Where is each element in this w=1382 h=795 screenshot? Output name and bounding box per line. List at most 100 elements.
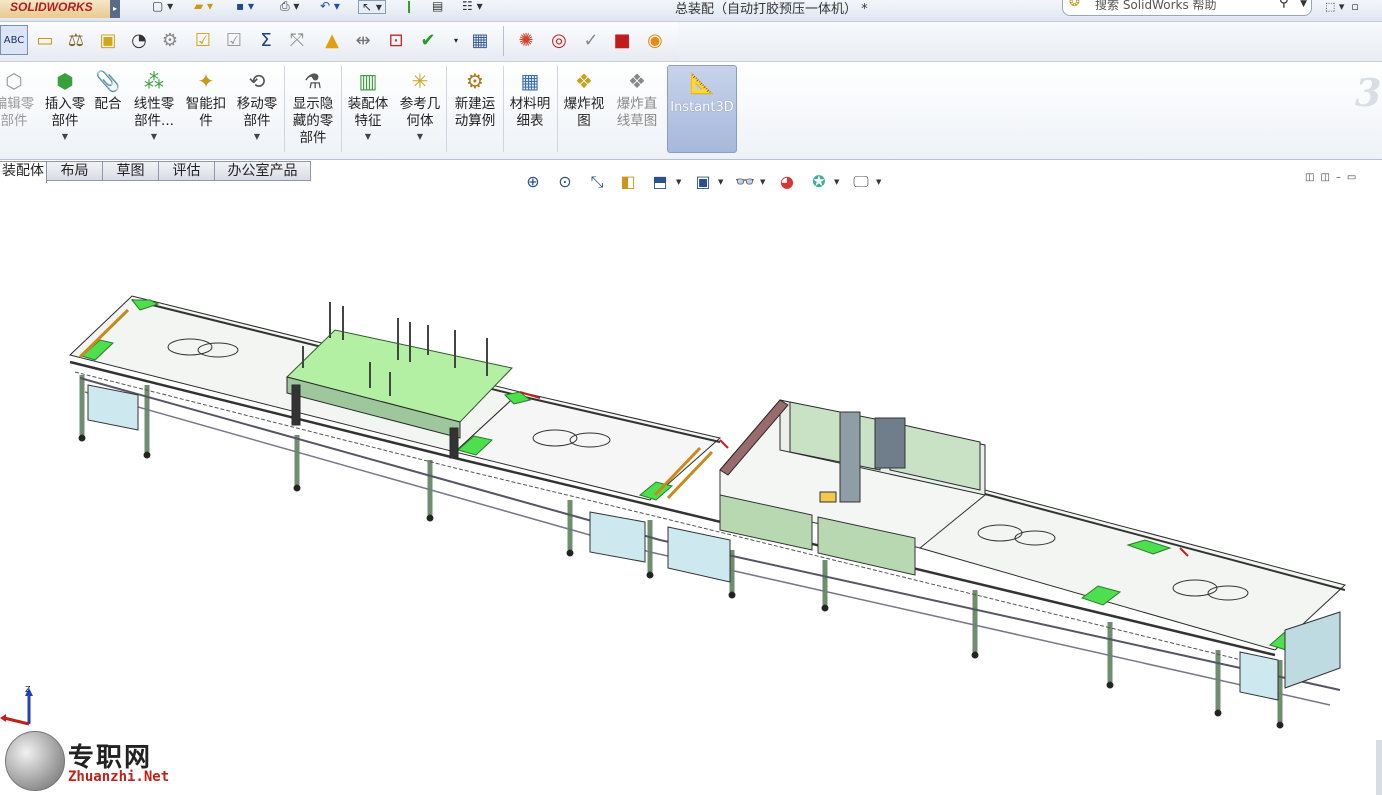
chevron-down-icon[interactable]: ▼	[343, 132, 393, 142]
new-document-icon[interactable]: ▢ ▾	[152, 0, 173, 14]
chevron-down-icon[interactable]: ▼	[760, 178, 765, 186]
chevron-down-icon[interactable]: ▼	[232, 132, 282, 142]
file-properties-icon[interactable]: ▤	[432, 0, 443, 14]
assembly-features-icon: ▥	[358, 69, 378, 93]
edit-component-button[interactable]: ⬡ 编辑零 部件	[0, 66, 36, 154]
chevron-down-icon[interactable]: ▼	[834, 178, 839, 186]
toolbar-background	[678, 22, 1382, 62]
chevron-down-icon[interactable]: ▼	[40, 132, 90, 142]
command-manager-tabs: 装配体 布局 草图 评估 办公室产品	[0, 161, 311, 183]
explode-line-sketch-label: 爆炸直 线草图	[616, 96, 658, 129]
measure-icon[interactable]: ▭	[31, 25, 59, 55]
ribbon-divider	[284, 66, 285, 152]
exploded-view-icon: ❖	[575, 69, 593, 93]
chevron-down-icon[interactable]: ▼	[718, 178, 723, 186]
chevron-down-icon[interactable]: ▼	[395, 132, 445, 142]
show-hidden-components-button[interactable]: ⚗ 显示隐 藏的零 部件	[287, 66, 339, 154]
interference-icon[interactable]: ⤧	[283, 25, 311, 55]
explode-line-sketch-icon: ❖	[628, 69, 646, 93]
bill-of-materials-button[interactable]: ▦ 材料明 细表	[505, 66, 555, 154]
smart-fasteners-button[interactable]: ✦ 智能扣 件	[182, 66, 230, 154]
undo-icon[interactable]: ↶ ▾	[320, 0, 340, 14]
clearance-icon[interactable]: ⇹	[349, 25, 377, 55]
edit-component-label: 编辑零 部件	[0, 96, 35, 129]
bill-check-icon[interactable]: ▦	[466, 25, 494, 55]
reference-geometry-label: 参考几 何体	[399, 96, 441, 129]
assembly-check-icon[interactable]: ✔	[414, 25, 442, 55]
check-box-icon[interactable]: ☑	[189, 25, 217, 55]
insert-component-icon: ⬢	[56, 69, 74, 93]
options-icon[interactable]: ☷ ▾	[462, 0, 483, 14]
reference-geometry-icon: ✳	[411, 69, 429, 93]
print-icon[interactable]: ⎙ ▾	[280, 0, 299, 14]
search-icon[interactable]: ⚲	[1279, 0, 1289, 9]
reference-geometry-button[interactable]: ✳ 参考几 何体 ▼	[395, 66, 445, 154]
instant3d-button[interactable]: 📐 Instant3D	[667, 65, 737, 153]
move-component-label: 移动零 部件	[236, 96, 278, 129]
viewport-controls[interactable]: ◫◫–▭	[1305, 172, 1362, 183]
save-icon[interactable]: ▪ ▾	[236, 0, 254, 14]
front-rail	[69, 360, 1276, 657]
chevron-down-icon[interactable]: ▼	[876, 178, 881, 186]
help-search-placeholder: 搜索 SolidWorks 帮助	[1095, 0, 1217, 12]
title-bar: SOLIDWORKS ▸ ▢ ▾ ▰ ▾ ▪ ▾ ⎙ ▾ ↶ ▾ ↖ ▾ ❙ ▤…	[0, 0, 1382, 22]
motion-study-icon: ⚙	[466, 69, 484, 93]
chevron-down-icon[interactable]: ▼	[1300, 0, 1307, 10]
curvature-icon[interactable]: ✺	[512, 25, 540, 55]
tab-sketch[interactable]: 草图	[103, 161, 159, 181]
open-folder-icon[interactable]: ▰ ▾	[194, 0, 213, 14]
sigma-icon[interactable]: Σ	[252, 25, 280, 55]
rebuild-traffic-light-icon[interactable]: ❙	[404, 0, 414, 14]
color-swatch-icon[interactable]: ■	[608, 25, 636, 55]
insert-component-label: 插入零 部件	[44, 96, 86, 129]
instant3d-label: Instant3D	[670, 100, 734, 115]
deviation-icon[interactable]: ✓	[577, 25, 605, 55]
select-pointer-icon[interactable]: ↖ ▾	[358, 0, 386, 14]
mate-icon: 📎	[95, 69, 121, 93]
show-hidden-label: 显示隐 藏的零 部件	[292, 96, 334, 146]
conveyor-section-3	[918, 489, 1347, 651]
linear-pattern-button[interactable]: ⁂ 线性零 部件... ▼	[128, 66, 180, 154]
instant3d-icon: 📐	[689, 71, 715, 95]
insert-component-button[interactable]: ⬢ 插入零 部件 ▼	[40, 66, 90, 154]
chevron-down-icon[interactable]: ▼	[676, 178, 681, 186]
ribbon-divider	[557, 66, 558, 152]
hole-alignment-icon[interactable]: ⊡	[382, 25, 410, 55]
motion-study-label: 新建运 动算例	[454, 96, 496, 129]
toolbar-divider	[503, 26, 504, 56]
exploded-view-button[interactable]: ❖ 爆炸视 图	[559, 66, 609, 154]
tab-office-products[interactable]: 办公室产品	[215, 161, 311, 181]
ribbon-divider	[341, 66, 342, 152]
warning-icon[interactable]: ▲	[318, 25, 346, 55]
coordinate-triad: Z	[0, 685, 33, 726]
bill-of-materials-label: 材料明 细表	[509, 96, 551, 129]
bill-of-materials-icon: ▦	[520, 69, 540, 93]
document-title: 总装配（自动打胶预压一体机） *	[675, 2, 868, 17]
linear-pattern-icon: ⁂	[144, 69, 164, 93]
check-icon[interactable]: ☑	[220, 25, 248, 55]
tab-layout[interactable]: 布局	[47, 161, 103, 181]
app-logo[interactable]: SOLIDWORKS	[0, 0, 112, 18]
sensor-gauge-icon[interactable]: ◔	[125, 25, 153, 55]
help-search-icon: ❂	[1069, 0, 1080, 10]
zebra-stripes-icon[interactable]: ◎	[545, 25, 573, 55]
render-sphere-icon[interactable]: ◉	[641, 25, 669, 55]
section-properties-icon[interactable]: ▣	[94, 25, 122, 55]
explode-line-sketch-button[interactable]: ❖ 爆炸直 线草图	[611, 66, 663, 154]
tab-assembly[interactable]: 装配体	[0, 161, 47, 183]
mate-button[interactable]: 📎 配合	[92, 66, 124, 154]
statistics-icon[interactable]: ⚙	[156, 25, 184, 55]
assembly-features-button[interactable]: ▥ 装配体 特征 ▼	[343, 66, 393, 154]
mate-label: 配合	[94, 96, 122, 112]
tab-evaluate[interactable]: 评估	[159, 161, 215, 181]
linear-pattern-label: 线性零 部件...	[133, 96, 175, 129]
window-controls[interactable]: ⬚ ▾ ▫	[1325, 0, 1359, 13]
chevron-down-icon[interactable]: ▼	[128, 132, 180, 142]
menu-arrow-icon[interactable]: ▸	[110, 0, 120, 18]
move-component-button[interactable]: ⟲ 移动零 部件 ▼	[232, 66, 282, 154]
assembly-model[interactable]	[0, 186, 1382, 795]
spell-check-icon[interactable]: ABC	[0, 25, 28, 55]
help-search-input[interactable]: ❂ 搜索 SolidWorks 帮助 ⚲ ▼	[1062, 0, 1312, 16]
mass-properties-icon[interactable]: ⚖	[62, 25, 90, 55]
new-motion-study-button[interactable]: ⚙ 新建运 动算例	[449, 66, 501, 154]
